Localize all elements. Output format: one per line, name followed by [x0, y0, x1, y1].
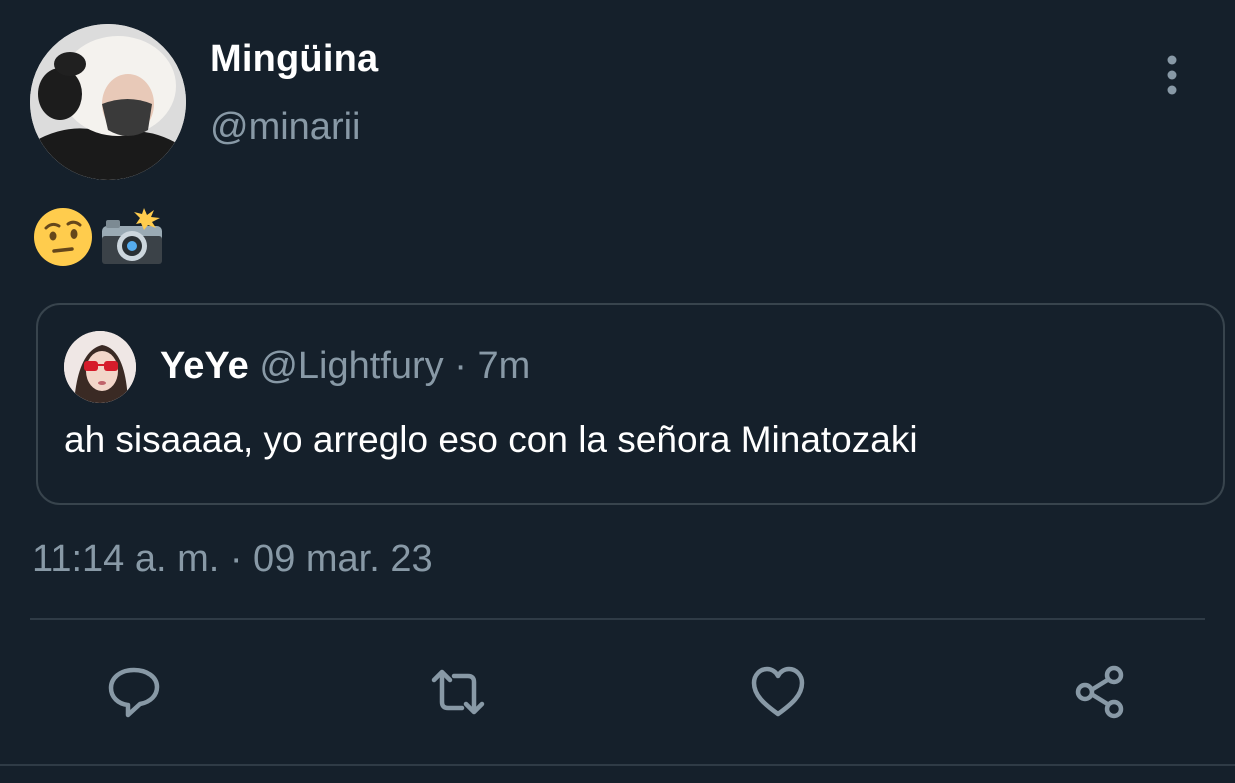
retweet-button[interactable]: [428, 660, 488, 724]
author-handle[interactable]: @minarii: [210, 106, 360, 149]
separator-dot: ·: [454, 345, 467, 387]
divider: [30, 618, 1205, 620]
tweet-detail: Mingüina @minarii YeYe @Lightfury · 7m a…: [0, 0, 1235, 783]
author-avatar[interactable]: [30, 24, 186, 180]
tweet-timestamp[interactable]: 11:14 a. m. · 09 mar. 23: [32, 538, 433, 581]
like-button[interactable]: [748, 660, 808, 724]
quoted-tweet-header: YeYe @Lightfury · 7m: [160, 345, 530, 388]
quoted-tweet-time: 7m: [477, 345, 531, 387]
share-button[interactable]: [1070, 660, 1130, 724]
retweet-icon: [431, 669, 485, 715]
camera-with-flash-icon: [102, 208, 162, 264]
author-display-name[interactable]: Mingüina: [210, 38, 378, 81]
avatar-image: [30, 24, 186, 180]
tweet-text: [32, 206, 164, 268]
quoted-author-name[interactable]: YeYe: [160, 345, 249, 387]
quoted-author-avatar[interactable]: [64, 331, 136, 403]
quoted-author-handle[interactable]: @Lightfury: [259, 345, 443, 387]
bottom-divider: [0, 764, 1235, 766]
heart-icon: [751, 666, 805, 717]
reply-button[interactable]: [104, 660, 164, 724]
share-icon: [1075, 665, 1124, 719]
raised-eyebrow-face-icon: [34, 208, 92, 266]
more-options-icon[interactable]: [1150, 50, 1194, 100]
reply-icon: [108, 667, 160, 718]
quoted-tweet-card[interactable]: YeYe @Lightfury · 7m ah sisaaaa, yo arre…: [36, 303, 1225, 505]
quoted-tweet-text: ah sisaaaa, yo arreglo eso con la señora…: [64, 419, 918, 460]
quoted-avatar-image: [64, 331, 136, 403]
